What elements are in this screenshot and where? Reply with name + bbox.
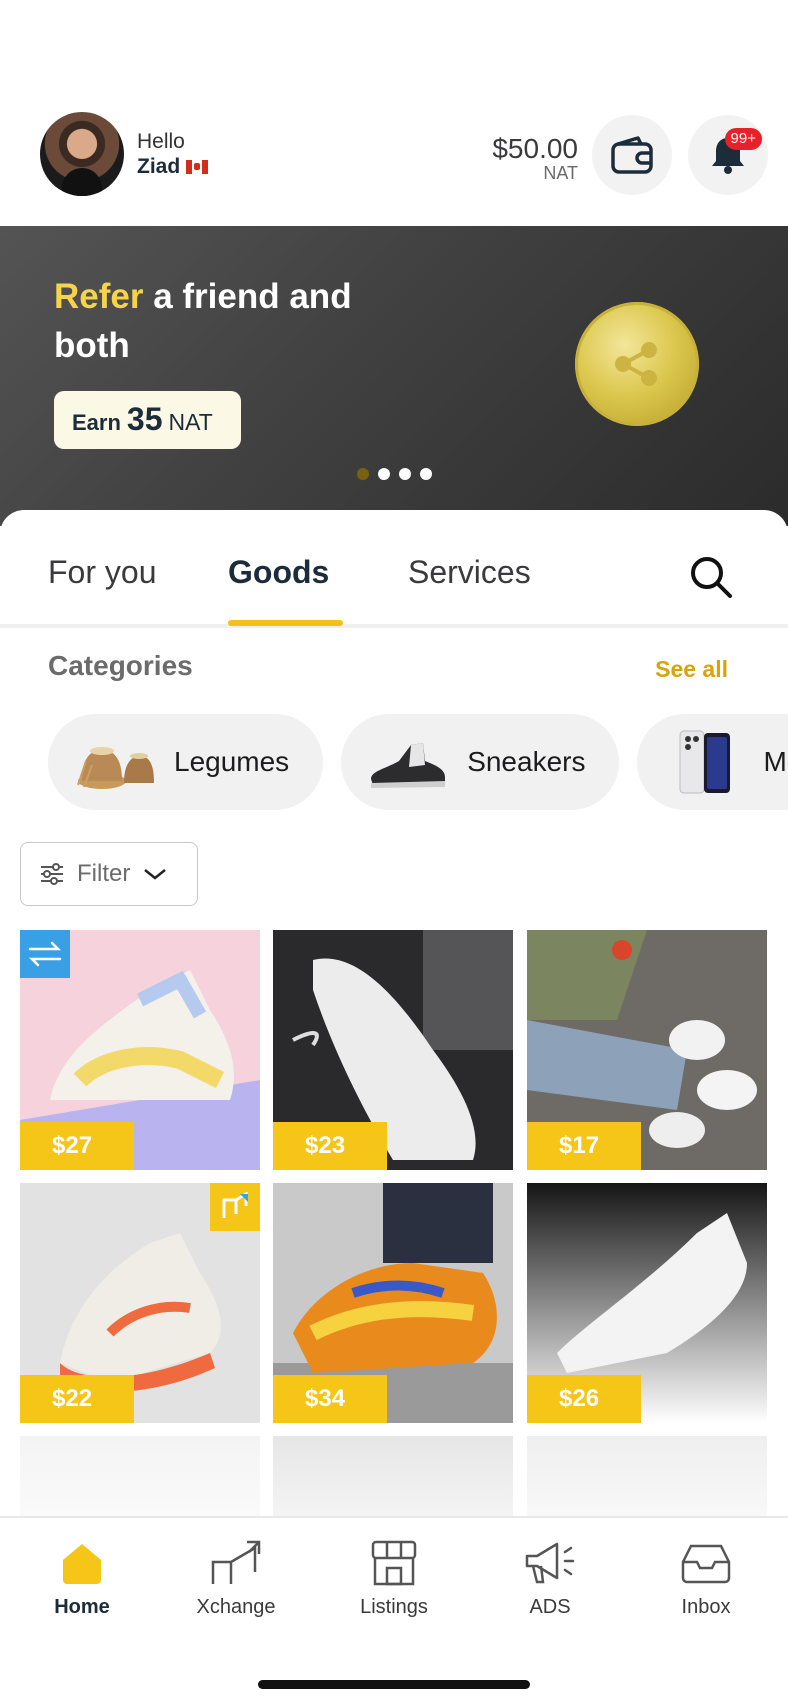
earn-amount: 35 <box>126 401 163 437</box>
filter-dropdown[interactable]: Filter <box>20 842 198 906</box>
phone-icon <box>659 729 749 795</box>
price-tag: $26 <box>527 1375 641 1423</box>
chevron-down-icon <box>144 869 167 880</box>
banner-title: Refer a friend and both <box>54 272 384 370</box>
tab-for-you[interactable]: For you <box>48 554 156 591</box>
store-icon <box>371 1540 417 1586</box>
canada-flag-icon <box>186 160 209 174</box>
sneaker-icon <box>363 729 453 795</box>
nav-label: Listings <box>360 1596 428 1618</box>
greeting-text: Hello <box>137 130 185 153</box>
filter-label: Filter <box>77 860 131 887</box>
search-icon[interactable] <box>688 554 734 600</box>
category-chip-mobiles[interactable]: Mo <box>637 714 788 810</box>
user-name: Ziad <box>137 154 209 180</box>
notification-badge: 99+ <box>724 128 762 150</box>
price-tag: $34 <box>273 1375 387 1423</box>
referral-banner[interactable]: Refer a friend and both Earn 35 NAT <box>0 226 788 526</box>
inbox-icon <box>681 1544 731 1584</box>
exchange-icon <box>20 930 70 978</box>
product-tile[interactable]: $23 <box>273 930 513 1170</box>
wallet-balance[interactable]: $50.00 NAT <box>492 133 578 183</box>
carousel-dot[interactable] <box>420 468 432 480</box>
notifications-button[interactable]: 99+ <box>688 115 768 195</box>
home-icon <box>63 1544 101 1584</box>
sliders-icon <box>41 863 63 885</box>
balance-amount: $50.00 <box>492 133 578 164</box>
product-tile[interactable] <box>527 1436 767 1516</box>
tab-services[interactable]: Services <box>408 554 531 591</box>
nav-home[interactable]: Home <box>22 1538 142 1619</box>
price-tag: $22 <box>20 1375 134 1423</box>
home-indicator <box>258 1680 530 1689</box>
nav-listings[interactable]: Listings <box>334 1538 454 1619</box>
category-tabs: For you Goods Services <box>0 510 788 628</box>
carousel-dots <box>357 468 432 480</box>
category-label: Sneakers <box>467 746 586 777</box>
earn-currency: NAT <box>168 409 213 435</box>
nav-label: Home <box>54 1596 110 1618</box>
price-tag: $27 <box>20 1122 134 1170</box>
earn-pill: Earn 35 NAT <box>54 391 241 449</box>
user-name-label: Ziad <box>137 155 181 178</box>
nav-inbox[interactable]: Inbox <box>646 1538 766 1619</box>
nav-ads[interactable]: ADS <box>490 1538 610 1619</box>
category-chip-sneakers[interactable]: Sneakers <box>341 714 620 810</box>
carousel-dot[interactable] <box>378 468 390 480</box>
product-tile[interactable]: $22 <box>20 1183 260 1423</box>
carousel-dot[interactable] <box>399 468 411 480</box>
category-chip-legumes[interactable]: Legumes <box>48 714 324 810</box>
product-tile[interactable] <box>273 1436 513 1516</box>
banner-highlight: Refer <box>54 277 144 316</box>
nav-label: Inbox <box>681 1596 731 1618</box>
product-tile[interactable]: $26 <box>527 1183 767 1423</box>
nav-label: Xchange <box>196 1596 276 1618</box>
product-tile[interactable]: $27 <box>20 930 260 1170</box>
app-header: Hello Ziad $50.00 NAT 99+ <box>0 100 788 226</box>
nav-label: ADS <box>529 1596 571 1618</box>
listing-icon <box>210 1183 260 1231</box>
nav-xchange[interactable]: Xchange <box>176 1538 296 1619</box>
active-tab-indicator <box>228 620 343 626</box>
avatar[interactable] <box>40 112 124 196</box>
category-chips: Legumes Sneakers Mo <box>48 714 788 810</box>
price-tag: $23 <box>273 1122 387 1170</box>
category-label: Legumes <box>174 746 290 777</box>
wallet-button[interactable] <box>592 115 672 195</box>
see-all-link[interactable]: See all <box>655 656 728 683</box>
exchange-icon <box>211 1540 261 1584</box>
share-coin-icon <box>575 302 699 426</box>
megaphone-icon <box>525 1542 575 1584</box>
balance-currency: NAT <box>543 163 578 183</box>
carousel-dot[interactable] <box>357 468 369 480</box>
product-tile[interactable]: $34 <box>273 1183 513 1423</box>
price-tag: $17 <box>527 1122 641 1170</box>
greeting: Hello Ziad <box>137 130 209 180</box>
earn-label: Earn <box>72 410 121 435</box>
content-sheet: For you Goods Services Categories See al… <box>0 510 788 1520</box>
product-tile[interactable]: $17 <box>527 930 767 1170</box>
categories-heading: Categories <box>48 650 193 681</box>
wallet-icon <box>611 136 653 174</box>
product-tile[interactable] <box>20 1436 260 1516</box>
sack-icon <box>70 729 160 795</box>
tab-goods[interactable]: Goods <box>228 554 329 591</box>
category-label: Mo <box>763 746 788 777</box>
bottom-navigation: Home Xchange Listings ADS Inbox <box>0 1516 788 1708</box>
